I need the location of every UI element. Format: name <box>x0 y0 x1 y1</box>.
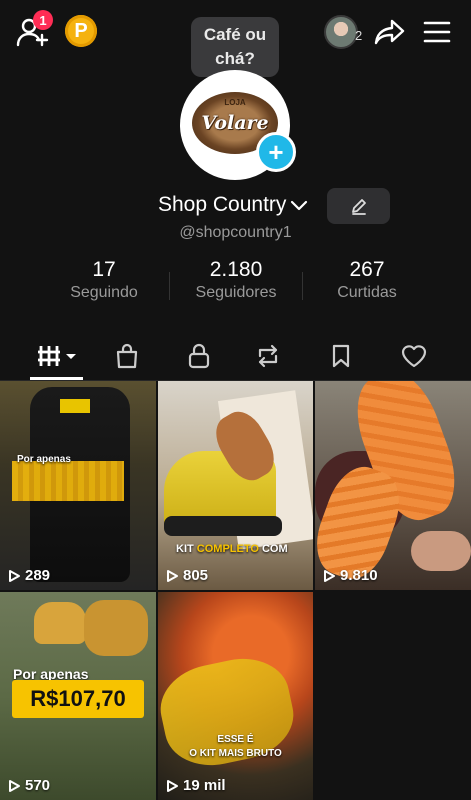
stat-following[interactable]: 17 Seguindo <box>44 258 164 302</box>
boot-shape-2 <box>84 600 148 656</box>
menu-button[interactable] <box>422 18 452 46</box>
view-count: 19 mil <box>166 777 226 794</box>
video-thumbnail[interactable]: Por apenas 289 <box>0 381 156 590</box>
caption-line: ESSE É <box>217 734 254 745</box>
video-thumbnail[interactable]: KIT COMPLETO COM 805 <box>158 381 313 590</box>
sole-shape <box>164 516 282 536</box>
stat-likes[interactable]: 267 Curtidas <box>307 258 427 302</box>
video-caption: Por apenas <box>17 454 71 465</box>
caption-part: KIT <box>176 543 197 555</box>
logo-text: Volare <box>201 112 269 134</box>
add-story-button[interactable]: + <box>256 132 296 172</box>
video-caption: ESSE É O KIT MAIS BRUTO <box>158 733 313 761</box>
status-tooltip[interactable]: Café ou chá? <box>191 17 279 77</box>
view-count: 570 <box>8 777 50 794</box>
coin-icon[interactable]: P <box>65 15 97 47</box>
tab-private[interactable] <box>169 336 229 376</box>
edit-profile-button[interactable] <box>327 188 390 224</box>
profile-handle: @shopcountry1 <box>179 224 292 241</box>
tab-saved[interactable] <box>311 336 371 376</box>
boot-shape <box>34 602 86 644</box>
play-icon <box>167 569 178 582</box>
tab-shop[interactable] <box>97 336 157 376</box>
price-value: R$107,70 <box>30 686 126 711</box>
play-icon <box>167 779 178 792</box>
stat-label: Seguidores <box>195 284 277 301</box>
logo-top-text: LOJA <box>224 98 246 107</box>
video-caption: KIT COMPLETO COM <box>176 543 288 555</box>
share-button[interactable] <box>373 17 407 47</box>
heart-icon <box>401 345 427 368</box>
stat-value: 267 <box>349 258 385 281</box>
plus-icon: + <box>268 137 284 167</box>
grid-videos-icon <box>38 346 76 366</box>
profile-tabs <box>0 336 471 378</box>
tab-liked[interactable] <box>384 336 444 376</box>
avatar[interactable] <box>324 15 358 49</box>
stat-value: 2.180 <box>209 258 263 281</box>
repost-icon <box>258 344 278 368</box>
tab-reposts[interactable] <box>238 336 298 376</box>
view-count-value: 805 <box>183 567 209 584</box>
view-count-value: 19 mil <box>183 777 226 794</box>
chevron-down-icon <box>291 200 308 211</box>
view-count: 805 <box>166 567 208 584</box>
caption-line: O KIT MAIS BRUTO <box>189 748 282 759</box>
stat-followers[interactable]: 2.180 Seguidores <box>176 258 296 302</box>
stat-label: Curtidas <box>337 284 397 301</box>
divider <box>169 272 170 300</box>
bookmark-icon <box>332 344 350 368</box>
play-icon <box>324 569 335 582</box>
view-count-value: 289 <box>25 567 51 584</box>
play-icon <box>9 779 20 792</box>
video-thumbnail[interactable]: Por apenas R$107,70 570 <box>0 592 156 800</box>
caption-highlight: COMPLETO <box>196 543 259 555</box>
caption-part: COM <box>258 543 288 555</box>
share-icon <box>374 19 405 45</box>
hamburger-menu-icon <box>423 21 451 43</box>
shopping-bag-icon <box>116 343 138 369</box>
notification-badge: 1 <box>33 10 53 30</box>
stat-value: 17 <box>92 258 116 281</box>
lock-icon <box>188 343 210 369</box>
view-count-value: 9.810 <box>340 567 378 584</box>
view-count: 289 <box>8 567 50 584</box>
profile-name: Shop Country <box>158 193 287 216</box>
profile-name-switcher[interactable]: Shop Country <box>158 193 308 217</box>
play-icon <box>9 569 20 582</box>
view-count-value: 570 <box>25 777 51 794</box>
video-thumbnail[interactable]: ESSE É O KIT MAIS BRUTO 19 mil <box>158 592 313 800</box>
hand-shape <box>411 531 471 571</box>
price-tag: R$107,70 <box>12 680 144 718</box>
cat-label <box>60 399 90 413</box>
divider <box>302 272 303 300</box>
avatar-count: 2 <box>355 28 363 43</box>
tab-videos[interactable] <box>27 336 87 376</box>
video-thumbnail[interactable]: 9.810 <box>315 381 471 590</box>
blurred-price <box>12 461 124 501</box>
stat-label: Seguindo <box>70 284 138 301</box>
pencil-icon <box>351 199 366 215</box>
view-count: 9.810 <box>323 567 378 584</box>
